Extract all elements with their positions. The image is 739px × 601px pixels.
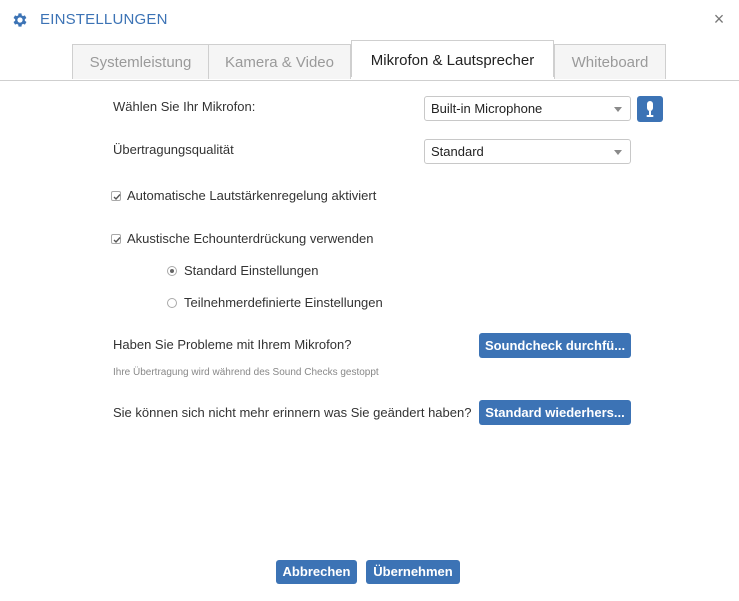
apply-button[interactable]: Übernehmen <box>366 560 460 584</box>
radio-custom-settings[interactable] <box>167 298 177 308</box>
radio-custom-label: Teilnehmerdefinierte Einstellungen <box>184 295 383 310</box>
tab-kamera-video[interactable]: Kamera & Video <box>208 44 351 79</box>
quality-select[interactable]: Standard <box>424 139 631 164</box>
agc-checkbox[interactable] <box>111 191 121 201</box>
soundcheck-button[interactable]: Soundcheck durchfü... <box>479 333 631 358</box>
checkmark-icon <box>113 194 121 201</box>
microphone-select-value: Built-in Microphone <box>431 101 543 116</box>
restore-question: Sie können sich nicht mehr erinnern was … <box>113 405 472 420</box>
microphone-test-button[interactable] <box>637 96 663 122</box>
radio-standard-settings[interactable] <box>167 266 177 276</box>
agc-label: Automatische Lautstärkenregelung aktivie… <box>127 188 377 203</box>
tab-mikrofon-lautsprecher[interactable]: Mikrofon & Lautsprecher <box>351 40 554 77</box>
dialog-header: EINSTELLUNGEN × <box>0 0 739 40</box>
microphone-label: Wählen Sie Ihr Mikrofon: <box>113 99 256 114</box>
close-icon[interactable]: × <box>709 9 729 29</box>
quality-select-value: Standard <box>431 144 484 159</box>
microphone-icon <box>637 101 663 126</box>
soundcheck-note: Ihre Übertragung wird während des Sound … <box>113 367 379 378</box>
restore-defaults-button[interactable]: Standard wiederhers... <box>479 400 631 425</box>
chevron-down-icon <box>614 107 622 112</box>
soundcheck-question: Haben Sie Probleme mit Ihrem Mikrofon? <box>113 337 352 352</box>
tab-whiteboard[interactable]: Whiteboard <box>554 44 666 79</box>
radio-standard-label: Standard Einstellungen <box>184 263 319 278</box>
microphone-select[interactable]: Built-in Microphone <box>424 96 631 121</box>
dialog-title: EINSTELLUNGEN <box>40 11 168 28</box>
cancel-button[interactable]: Abbrechen <box>276 560 357 584</box>
checkmark-icon <box>113 237 121 244</box>
echo-label: Akustische Echounterdrückung verwenden <box>127 231 374 246</box>
echo-checkbox[interactable] <box>111 234 121 244</box>
chevron-down-icon <box>614 150 622 155</box>
tab-bar: Systemleistung Kamera & Video Mikrofon &… <box>0 40 739 81</box>
gear-icon <box>11 11 29 29</box>
tab-systemleistung[interactable]: Systemleistung <box>72 44 209 79</box>
quality-label: Übertragungsqualität <box>113 142 234 157</box>
